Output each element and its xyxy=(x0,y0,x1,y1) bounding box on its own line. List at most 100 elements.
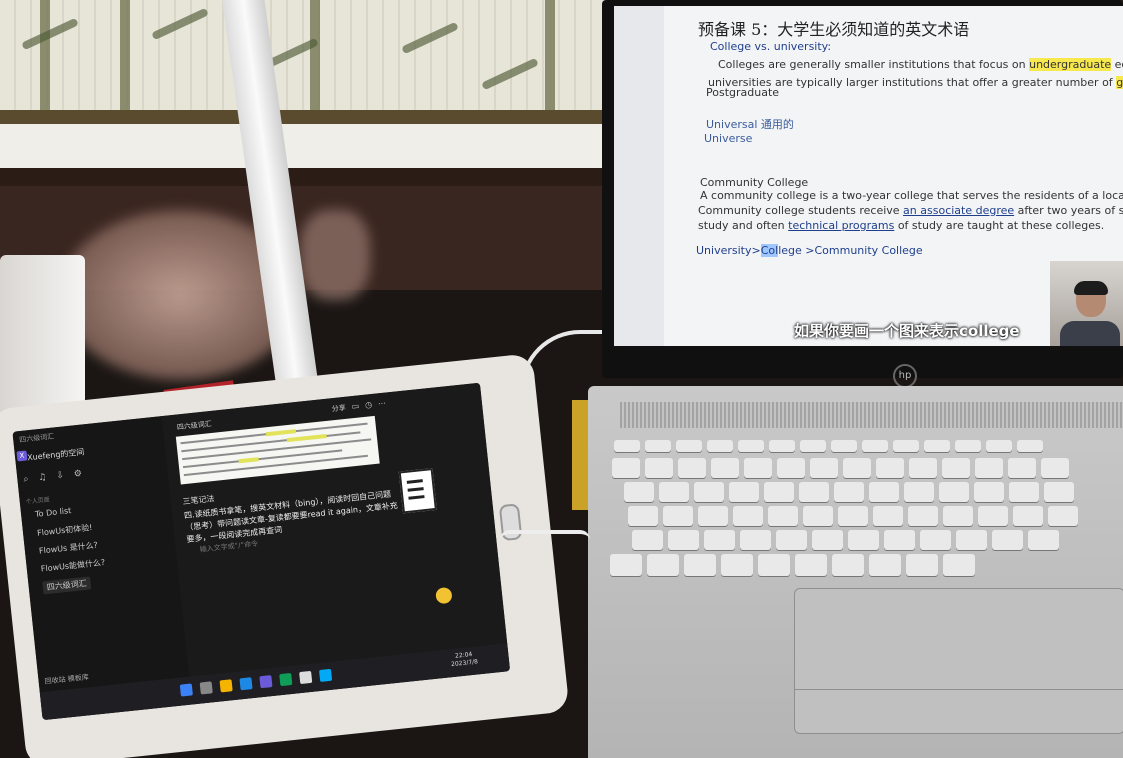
workspace-name[interactable]: Xuefeng的空间 xyxy=(27,446,85,463)
download-icon[interactable]: ⇩ xyxy=(56,470,74,482)
keyboard-key[interactable] xyxy=(924,440,950,452)
keyboard-key[interactable] xyxy=(862,440,888,452)
trackpad[interactable] xyxy=(794,588,1123,734)
keyboard-key[interactable] xyxy=(668,530,699,550)
keyboard-key[interactable] xyxy=(978,506,1008,526)
keyboard-key[interactable] xyxy=(610,554,642,576)
keyboard-key[interactable] xyxy=(1013,506,1043,526)
keyboard-key[interactable] xyxy=(676,440,702,452)
keyboard-key[interactable] xyxy=(738,440,764,452)
keyboard-key[interactable] xyxy=(943,554,975,576)
keyboard-key[interactable] xyxy=(704,530,735,550)
smiley-icon[interactable] xyxy=(435,586,453,605)
keyboard-key[interactable] xyxy=(986,440,1012,452)
keyboard-key[interactable] xyxy=(812,530,843,550)
keyboard-key[interactable] xyxy=(1028,530,1059,550)
keyboard-key[interactable] xyxy=(768,506,798,526)
keyboard-key[interactable] xyxy=(1044,482,1074,502)
keyboard-key[interactable] xyxy=(884,530,915,550)
keyboard-key[interactable] xyxy=(1017,440,1043,452)
keyboard-key[interactable] xyxy=(733,506,763,526)
keyboard-key[interactable] xyxy=(975,458,1003,478)
document-icon[interactable] xyxy=(398,468,437,514)
keyboard-key[interactable] xyxy=(909,458,937,478)
keyboard-key[interactable] xyxy=(838,506,868,526)
keyboard-key[interactable] xyxy=(810,458,838,478)
keyboard-key[interactable] xyxy=(1008,458,1036,478)
keyboard-key[interactable] xyxy=(799,482,829,502)
keyboard-key[interactable] xyxy=(795,554,827,576)
keyboard-key[interactable] xyxy=(939,482,969,502)
search-icon[interactable] xyxy=(199,681,213,695)
keyboard-key[interactable] xyxy=(698,506,728,526)
more-icon[interactable]: ⋯ xyxy=(378,398,393,408)
keyboard-key[interactable] xyxy=(1048,506,1078,526)
keyboard-key[interactable] xyxy=(893,440,919,452)
keyboard-key[interactable] xyxy=(904,482,934,502)
keyboard-key[interactable] xyxy=(711,458,739,478)
keyboard-key[interactable] xyxy=(992,530,1023,550)
sidebar-item[interactable]: FlowUs 是什么? xyxy=(38,540,99,557)
sidebar-item[interactable]: FlowUs初体验! xyxy=(37,522,93,539)
flowus-icon[interactable] xyxy=(259,675,273,689)
edge-icon[interactable] xyxy=(239,677,253,691)
keyboard-key[interactable] xyxy=(614,440,640,452)
keyboard-key[interactable] xyxy=(612,458,640,478)
keyboard-key[interactable] xyxy=(694,482,724,502)
taskbar-clock[interactable]: 22:04 2023/7/8 xyxy=(450,650,479,669)
keyboard-key[interactable] xyxy=(942,458,970,478)
keyboard-key[interactable] xyxy=(876,458,904,478)
keyboard-key[interactable] xyxy=(974,482,1004,502)
sidebar-item-active[interactable]: 四六级词汇 xyxy=(42,576,92,595)
keyboard-key[interactable] xyxy=(776,530,807,550)
keyboard-key[interactable] xyxy=(869,482,899,502)
keyboard-key[interactable] xyxy=(800,440,826,452)
keyboard-key[interactable] xyxy=(764,482,794,502)
clock-icon[interactable]: ◷ xyxy=(365,399,379,409)
keyboard-key[interactable] xyxy=(920,530,951,550)
keyboard-key[interactable] xyxy=(908,506,938,526)
keyboard-key[interactable] xyxy=(803,506,833,526)
keyboard-key[interactable] xyxy=(1009,482,1039,502)
keyboard-key[interactable] xyxy=(647,554,679,576)
app-icon[interactable] xyxy=(318,668,333,682)
sidebar-icons[interactable]: ⌕♫⇩⚙ xyxy=(23,468,92,485)
keyboard-key[interactable] xyxy=(1041,458,1069,478)
sidebar-item[interactable]: FlowUs能做什么? xyxy=(40,557,105,575)
keyboard-key[interactable] xyxy=(832,554,864,576)
sidebar-item[interactable]: To Do list xyxy=(35,506,72,519)
keyboard-key[interactable] xyxy=(831,440,857,452)
keyboard-key[interactable] xyxy=(869,554,901,576)
keyboard-key[interactable] xyxy=(684,554,716,576)
keyboard-key[interactable] xyxy=(678,458,706,478)
page-toolbar[interactable]: ▭◷⋯ xyxy=(351,398,392,411)
keyboard-key[interactable] xyxy=(645,458,673,478)
keyboard-key[interactable] xyxy=(632,530,663,550)
keyboard[interactable] xyxy=(610,436,1123,596)
keyboard-key[interactable] xyxy=(956,530,987,550)
bell-icon[interactable]: ♫ xyxy=(38,471,57,483)
keyboard-key[interactable] xyxy=(721,554,753,576)
keyboard-key[interactable] xyxy=(628,506,658,526)
keyboard-key[interactable] xyxy=(624,482,654,502)
keyboard-key[interactable] xyxy=(758,554,790,576)
sidebar-footer[interactable]: 回收站 模板库 xyxy=(44,672,89,687)
keyboard-key[interactable] xyxy=(777,458,805,478)
share-button[interactable]: 分享 xyxy=(331,403,346,414)
keyboard-key[interactable] xyxy=(707,440,733,452)
keyboard-key[interactable] xyxy=(943,506,973,526)
keyboard-key[interactable] xyxy=(659,482,689,502)
keyboard-key[interactable] xyxy=(848,530,879,550)
breadcrumb[interactable]: 四六级词汇 xyxy=(176,419,212,433)
keyboard-key[interactable] xyxy=(955,440,981,452)
comment-icon[interactable]: ▭ xyxy=(351,401,365,411)
app-icon[interactable] xyxy=(279,672,293,687)
keyboard-key[interactable] xyxy=(663,506,693,526)
keyboard-key[interactable] xyxy=(906,554,938,576)
gear-icon[interactable]: ⚙ xyxy=(73,468,92,480)
windows-start-icon[interactable] xyxy=(179,683,193,697)
keyboard-key[interactable] xyxy=(834,482,864,502)
keyboard-key[interactable] xyxy=(740,530,771,550)
keyboard-key[interactable] xyxy=(873,506,903,526)
keyboard-key[interactable] xyxy=(645,440,671,452)
